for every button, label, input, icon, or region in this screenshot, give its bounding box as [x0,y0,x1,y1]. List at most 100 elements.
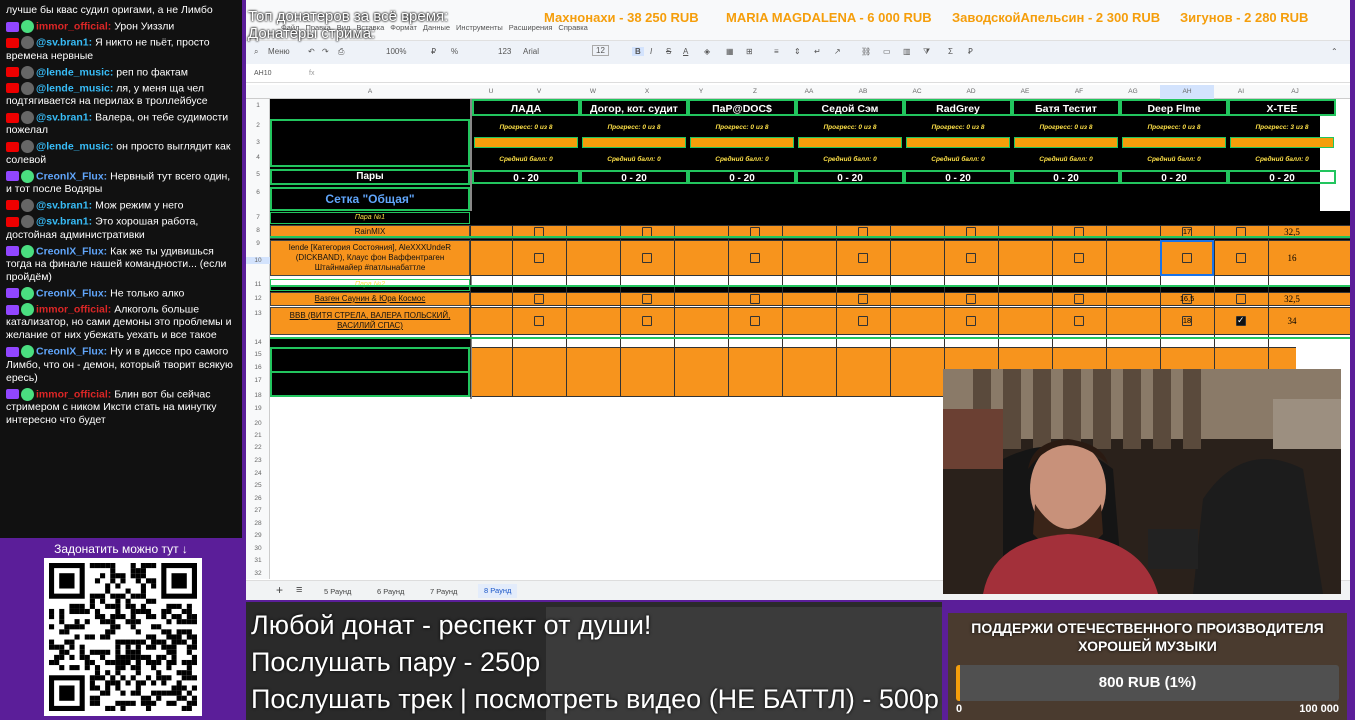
tab-round-7[interactable]: 7 Раунд [430,587,457,596]
chat-username[interactable]: @sv.bran1: [36,216,92,228]
chat-username[interactable]: immor_official: [36,20,111,32]
column-header[interactable]: AG [1106,88,1160,95]
row-header[interactable]: 27 [246,507,270,514]
font-size-input[interactable]: 12 [592,45,609,56]
search-menu-icon[interactable]: ⌕ [254,47,258,57]
row-header[interactable]: 17 [246,377,270,384]
row-header[interactable]: 22 [246,444,270,451]
checkbox[interactable] [534,316,544,326]
number-format[interactable]: 123 [498,47,511,56]
row-header[interactable]: 14 [246,339,270,346]
row-header[interactable]: 30 [246,545,270,552]
valign-icon[interactable]: ⇕ [794,47,801,56]
add-sheet-icon[interactable]: + [276,583,283,597]
row-header[interactable]: 21 [246,432,270,439]
redo-icon[interactable]: ↷ [322,47,329,56]
row-header[interactable]: 4 [246,154,270,161]
menu-search[interactable]: Меню [268,47,290,56]
checkbox[interactable] [858,294,868,304]
tab-round-6[interactable]: 6 Раунд [377,587,404,596]
menu-item-6[interactable]: Инструменты [456,23,503,32]
checkbox[interactable] [750,253,760,263]
row-header[interactable]: 11 [246,281,270,288]
font-select[interactable]: Arial [523,47,539,56]
row-header[interactable]: 31 [246,557,270,564]
chat-username[interactable]: @sv.bran1: [36,111,92,123]
column-header[interactable]: AJ [1268,88,1322,95]
entry-name[interactable]: lende [Категория Состояния], AleXXXUndeR… [270,240,470,276]
selected-cell[interactable] [1160,240,1214,276]
bold-button[interactable]: B [632,47,644,56]
checkbox[interactable] [966,294,976,304]
row-header[interactable]: 25 [246,482,270,489]
checkbox[interactable] [642,253,652,263]
row-header[interactable]: 15 [246,351,270,358]
chat-username[interactable]: CreonIX_Flux: [36,245,107,257]
chat-username[interactable]: @sv.bran1: [36,199,92,211]
row-header[interactable]: 9 [246,240,270,247]
text-color-button[interactable]: A [683,47,688,56]
entry-name[interactable]: Вазген Саунин & Юра Космос [270,292,470,306]
checkbox[interactable] [966,316,976,326]
checkbox[interactable] [1074,316,1084,326]
checkbox[interactable] [642,316,652,326]
merge-icon[interactable]: ⊞ [746,47,753,56]
row-header[interactable]: 19 [246,405,270,412]
row-header[interactable]: 5 [246,171,270,178]
function-icon[interactable]: Σ [948,47,953,56]
checkbox[interactable] [534,253,544,263]
collapse-toolbar-icon[interactable]: ⌃ [1331,47,1338,56]
checkbox[interactable] [1236,253,1246,263]
checkbox[interactable] [966,253,976,263]
row-header[interactable]: 23 [246,457,270,464]
column-header[interactable]: V [512,88,566,95]
column-header[interactable]: AC [890,88,944,95]
print-icon[interactable]: ⎙ [338,47,344,57]
column-header[interactable]: W [566,88,620,95]
wrap-icon[interactable]: ↵ [814,47,821,56]
comment-icon[interactable]: ▭ [883,47,891,56]
column-header[interactable]: A [270,88,470,95]
row-header[interactable]: 10 [246,257,270,264]
column-header[interactable]: AH [1160,85,1214,99]
row-header[interactable]: 16 [246,364,270,371]
row-header[interactable]: 28 [246,520,270,527]
checkbox[interactable] [534,294,544,304]
checkbox[interactable] [1074,294,1084,304]
chat-username[interactable]: @lende_music: [36,141,113,153]
column-header[interactable]: Z [728,88,782,95]
checkbox[interactable] [1236,294,1246,304]
column-header[interactable]: AI [1214,88,1268,95]
row-header[interactable]: 29 [246,532,270,539]
column-header[interactable]: Y [674,88,728,95]
row-header[interactable]: 12 [246,295,270,302]
row-header[interactable]: 18 [246,392,270,399]
input-tools-icon[interactable]: Ꝑ [968,47,973,56]
column-header[interactable]: AD [944,88,998,95]
row-header[interactable]: 7 [246,214,270,221]
column-header[interactable]: AF [1052,88,1106,95]
currency-format[interactable]: ₽ [431,47,436,56]
checkbox[interactable] [1074,253,1084,263]
column-header[interactable]: X [620,88,674,95]
tab-round-8[interactable]: 8 Раунд [478,584,518,598]
tab-round-5[interactable]: 5 Раунд [324,587,351,596]
entry-name[interactable]: ВВВ (ВИТЯ СТРЕЛА, ВАЛЕРА ПОЛЬСКИЙ, ВАСИЛ… [270,307,470,335]
chat-username[interactable]: @sv.bran1: [36,37,92,49]
row-header[interactable]: 6 [246,189,270,196]
chat-username[interactable]: CreonIX_Flux: [36,170,107,182]
row-header[interactable]: 2 [246,122,270,129]
row-header[interactable]: 3 [246,139,270,146]
row-header[interactable]: 1 [246,102,270,109]
chart-icon[interactable]: ▥ [903,47,911,56]
chat-username[interactable]: @lende_music: [36,82,113,94]
column-header[interactable]: AB [836,88,890,95]
checkbox[interactable] [750,316,760,326]
row-header[interactable]: 26 [246,495,270,502]
chat-username[interactable]: CreonIX_Flux: [36,346,107,358]
checkbox[interactable] [858,316,868,326]
row-header[interactable]: 32 [246,570,270,577]
filter-icon[interactable]: ⧩ [923,47,930,57]
chat-username[interactable]: @lende_music: [36,66,113,78]
column-header[interactable]: U [470,88,512,95]
